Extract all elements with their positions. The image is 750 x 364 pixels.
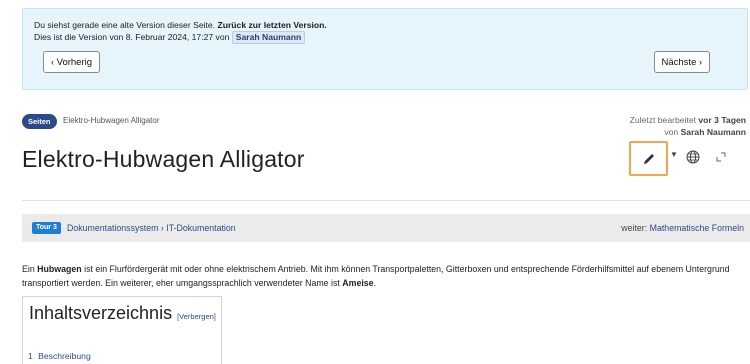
- pages-badge[interactable]: Seiten: [22, 114, 57, 129]
- page-title: Elektro-Hubwagen Alligator: [22, 146, 305, 172]
- tour-bar: Tour 3 Dokumentationssystem › IT-Dokumen…: [22, 214, 750, 242]
- divider: [22, 200, 750, 201]
- tour-next-link[interactable]: Mathematische Formeln: [650, 223, 744, 233]
- edited-time: vor 3 Tagen: [698, 115, 746, 125]
- chevron-right-icon: ›: [699, 57, 702, 67]
- old-version-notice: Du siehst gerade eine alte Version diese…: [22, 8, 748, 90]
- caret-down-icon[interactable]: ▼: [670, 150, 678, 159]
- back-to-latest-link[interactable]: Zurück zur letzten Version.: [217, 20, 326, 30]
- edited-by[interactable]: Sarah Naumann: [681, 127, 746, 137]
- pencil-icon: [643, 153, 654, 164]
- last-edited-info: Zuletzt bearbeitet vor 3 Tagen von Sarah…: [629, 115, 746, 137]
- tour-next: weiter: Mathematische Formeln: [621, 223, 744, 233]
- toc-hide-toggle[interactable]: [Verbergen]: [177, 312, 216, 321]
- next-version-button[interactable]: Nächste ›: [653, 51, 710, 73]
- intro-paragraph: Ein Hubwagen ist ein Flurfördergerät mit…: [22, 264, 730, 288]
- previous-version-button[interactable]: ‹ Vorherig: [43, 51, 101, 73]
- tour-badge[interactable]: Tour 3: [32, 222, 61, 234]
- author-chip[interactable]: Sarah Naumann: [231, 31, 306, 44]
- notice-line-2: Dies ist die Version von 8. Februar 2024…: [34, 31, 736, 44]
- expand-icon[interactable]: [716, 152, 726, 162]
- globe-icon[interactable]: [686, 150, 700, 164]
- chevron-left-icon: ‹: [51, 57, 54, 67]
- tour-path-link[interactable]: Dokumentationssystem › IT-Dokumentation: [67, 214, 236, 242]
- table-of-contents: Inhaltsverzeichnis [Verbergen] 1 Beschre…: [22, 296, 222, 364]
- breadcrumb[interactable]: Elektro-Hubwagen Alligator: [63, 116, 160, 125]
- edit-button[interactable]: [629, 141, 668, 176]
- notice-line-1: Du siehst gerade eine alte Version diese…: [34, 20, 327, 30]
- toc-title: Inhaltsverzeichnis [Verbergen]: [29, 303, 216, 323]
- toc-item[interactable]: 1 Beschreibung: [28, 351, 91, 361]
